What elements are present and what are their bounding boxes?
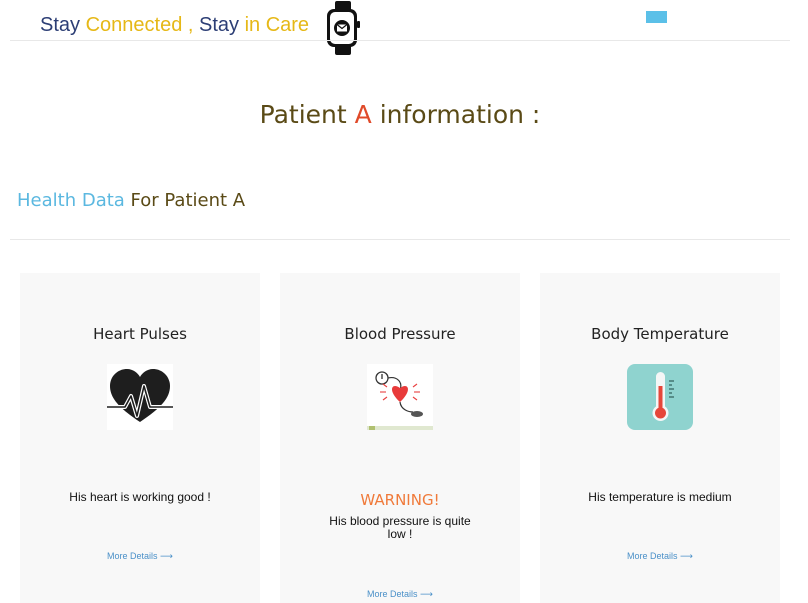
- page-title: Patient A information :: [0, 100, 800, 129]
- brand-slogan[interactable]: Stay Connected , Stay in Care: [40, 14, 309, 37]
- section-title-rest: For Patient A: [124, 190, 246, 211]
- card-blood-pressure: Blood Pressure WARNING! His blood pressu…: [280, 273, 520, 603]
- section-divider: [10, 239, 790, 240]
- brand-in-care: in Care: [244, 14, 310, 36]
- card-body-temperature: Body Temperature His temperature is medi…: [540, 273, 780, 603]
- page-title-patient-letter: A: [354, 100, 372, 129]
- card-status-text: His heart is working good !: [69, 490, 211, 504]
- card-title: Body Temperature: [591, 325, 729, 343]
- card-title: Blood Pressure: [344, 325, 456, 343]
- more-details-link[interactable]: More Details ⟶: [280, 589, 520, 600]
- card-status-text: His temperature is medium: [588, 490, 732, 504]
- brand-stay-2: Stay: [199, 14, 245, 36]
- card-title: Heart Pulses: [93, 325, 187, 343]
- site-header: Stay Connected , Stay in Care: [0, 0, 808, 55]
- page-title-suffix: information :: [371, 100, 541, 129]
- header-divider: [10, 40, 790, 41]
- brand-connected: Connected: [85, 14, 183, 36]
- brand-separator: ,: [182, 14, 199, 36]
- more-details-link[interactable]: More Details ⟶: [540, 551, 780, 562]
- smartwatch-mail-icon[interactable]: [325, 1, 361, 55]
- card-heart-pulses: Heart Pulses His heart is working good !…: [20, 273, 260, 603]
- menu-toggle-button[interactable]: [646, 11, 667, 23]
- section-title: Health Data For Patient A: [17, 190, 245, 211]
- page-title-prefix: Patient: [259, 100, 355, 129]
- brand-stay-1: Stay: [40, 14, 86, 36]
- thermometer-icon: [627, 364, 693, 430]
- warning-label: WARNING!: [360, 491, 440, 509]
- section-title-lead: Health Data: [17, 190, 125, 211]
- heart-pulse-icon: [107, 364, 173, 430]
- card-status-text: His blood pressure is quite low !: [329, 514, 471, 541]
- more-details-link[interactable]: More Details ⟶: [20, 551, 260, 562]
- blood-pressure-icon: [367, 364, 433, 430]
